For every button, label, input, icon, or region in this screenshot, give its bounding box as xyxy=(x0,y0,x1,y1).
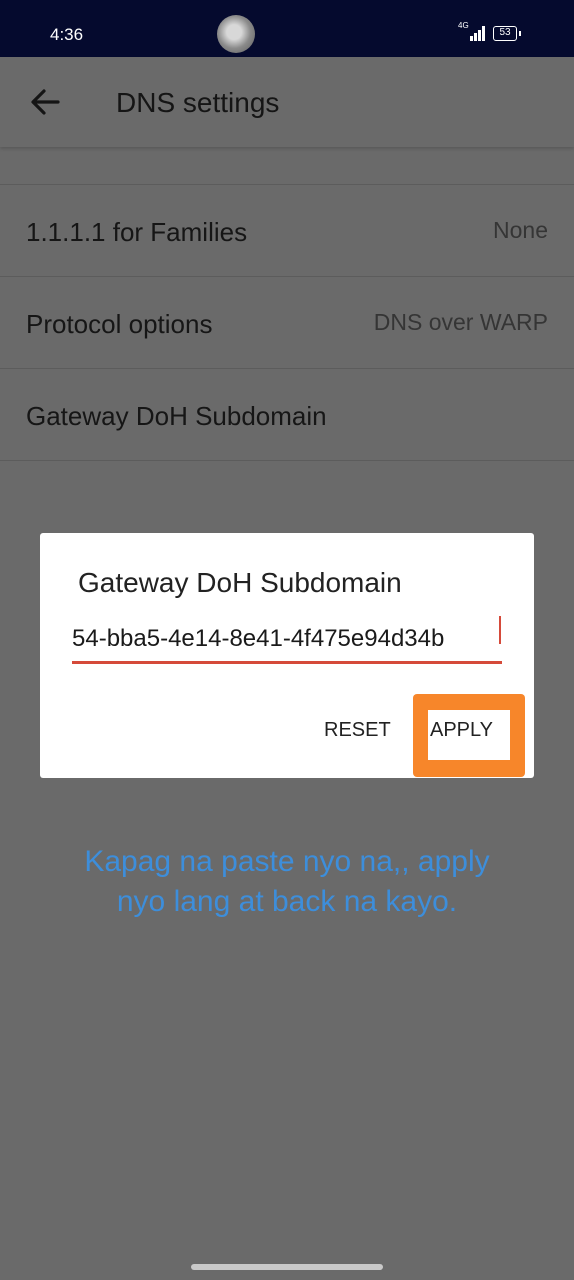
setting-gateway-title: Gateway DoH Subdomain xyxy=(26,401,327,431)
page-title: DNS settings xyxy=(116,87,280,118)
gesture-navigation-bar[interactable] xyxy=(191,1264,383,1270)
app-bar: DNS settings xyxy=(0,57,574,147)
settings-list: 1.1.1.1 for Families None Protocol optio… xyxy=(0,184,574,461)
back-arrow-icon[interactable] xyxy=(28,87,62,117)
setting-families-title: 1.1.1.1 for Families xyxy=(26,217,248,247)
setting-families-value: None xyxy=(493,217,548,243)
reset-button[interactable]: RESET xyxy=(324,719,391,742)
dialog-title: Gateway DoH Subdomain xyxy=(78,567,402,598)
subdomain-dialog: Gateway DoH Subdomain 54-bba5-4e14-8e41-… xyxy=(40,533,534,778)
status-bar: 4:36 4G 53 xyxy=(0,0,574,57)
setting-protocol-options[interactable]: Protocol options DNS over WARP xyxy=(0,276,574,368)
network-type-label: 4G xyxy=(458,21,469,30)
setting-families[interactable]: 1.1.1.1 for Families None xyxy=(0,184,574,276)
instruction-annotation: Kapag na paste nyo na,, apply nyo lang a… xyxy=(84,845,490,918)
notification-avatar-icon xyxy=(217,15,255,53)
status-time: 4:36 xyxy=(50,25,84,44)
battery-icon: 53 xyxy=(493,26,521,41)
setting-gateway-doh[interactable]: Gateway DoH Subdomain xyxy=(0,368,574,461)
subdomain-input-value: 54-bba5-4e14-8e41-4f475e94d34b xyxy=(72,625,445,652)
text-cursor xyxy=(499,616,501,644)
subdomain-input[interactable]: 54-bba5-4e14-8e41-4f475e94d34b xyxy=(72,625,502,664)
signal-icon xyxy=(470,26,488,41)
apply-button[interactable]: APPLY xyxy=(430,719,493,742)
setting-protocol-value: DNS over WARP xyxy=(373,309,548,335)
setting-protocol-title: Protocol options xyxy=(26,309,213,339)
